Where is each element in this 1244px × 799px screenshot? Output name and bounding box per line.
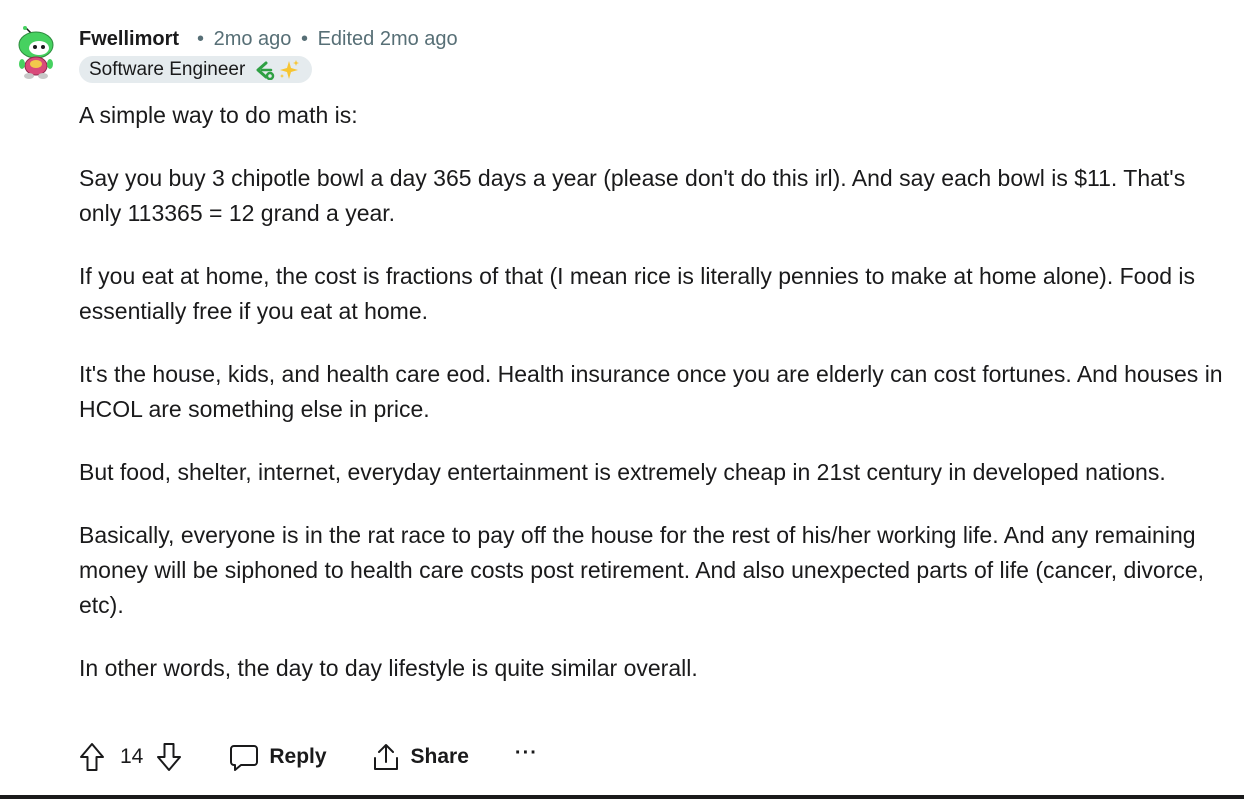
downvote-button[interactable] — [153, 741, 185, 773]
reply-label: Reply — [269, 745, 327, 768]
meta-separator: • — [301, 27, 309, 50]
comment-paragraph: Basically, everyone is in the rat race t… — [79, 522, 1205, 618]
comment-paragraph: If you eat at home, the cost is fraction… — [79, 263, 1196, 324]
upvote-button[interactable] — [76, 741, 108, 773]
comment-paragraph: In other words, the day to day lifestyle… — [79, 655, 698, 681]
comment-paragraph: Say you buy 3 chipotle bowl a day 365 da… — [79, 165, 1186, 226]
edited-label: Edited 2mo ago — [317, 27, 458, 50]
flair-emojis — [253, 59, 300, 81]
upvote-arrow-icon — [80, 743, 104, 771]
more-options-button[interactable]: ··· — [515, 743, 538, 763]
username[interactable]: Fwellimort — [79, 28, 179, 51]
sparkles-icon — [280, 59, 300, 79]
comment-body: A simple way to do math is: Say you buy … — [79, 98, 1229, 714]
share-icon — [373, 744, 398, 770]
reply-button[interactable]: Reply — [229, 742, 327, 772]
comment: Fwellimort • 2mo ago • Edited 2mo ago So… — [0, 0, 1244, 799]
flair-text: Software Engineer — [89, 58, 246, 80]
share-label: Share — [410, 745, 469, 768]
comment-meta: • 2mo ago • Edited 2mo ago — [193, 28, 458, 51]
vote-control: 14 — [76, 741, 185, 773]
share-button[interactable]: Share — [371, 742, 469, 772]
vote-count: 14 — [120, 745, 144, 768]
avatar[interactable] — [12, 26, 60, 82]
comment-paragraph: It's the house, kids, and health care eo… — [79, 361, 1223, 422]
meta-separator: • — [197, 27, 205, 50]
bottom-divider — [0, 795, 1244, 799]
user-flair: Software Engineer — [79, 56, 313, 83]
leetcode-icon — [256, 61, 275, 80]
comment-actions: 14 Reply Share ··· — [76, 738, 538, 776]
snoo-avatar-icon — [18, 26, 54, 79]
downvote-arrow-icon — [157, 743, 182, 771]
comment-paragraph: But food, shelter, internet, everyday en… — [79, 459, 1166, 485]
comment-header: Fwellimort • 2mo ago • Edited 2mo ago — [79, 26, 458, 52]
comment-paragraph: A simple way to do math is: — [79, 102, 358, 128]
timestamp[interactable]: 2mo ago — [214, 28, 292, 50]
comment-bubble-icon — [230, 745, 259, 771]
